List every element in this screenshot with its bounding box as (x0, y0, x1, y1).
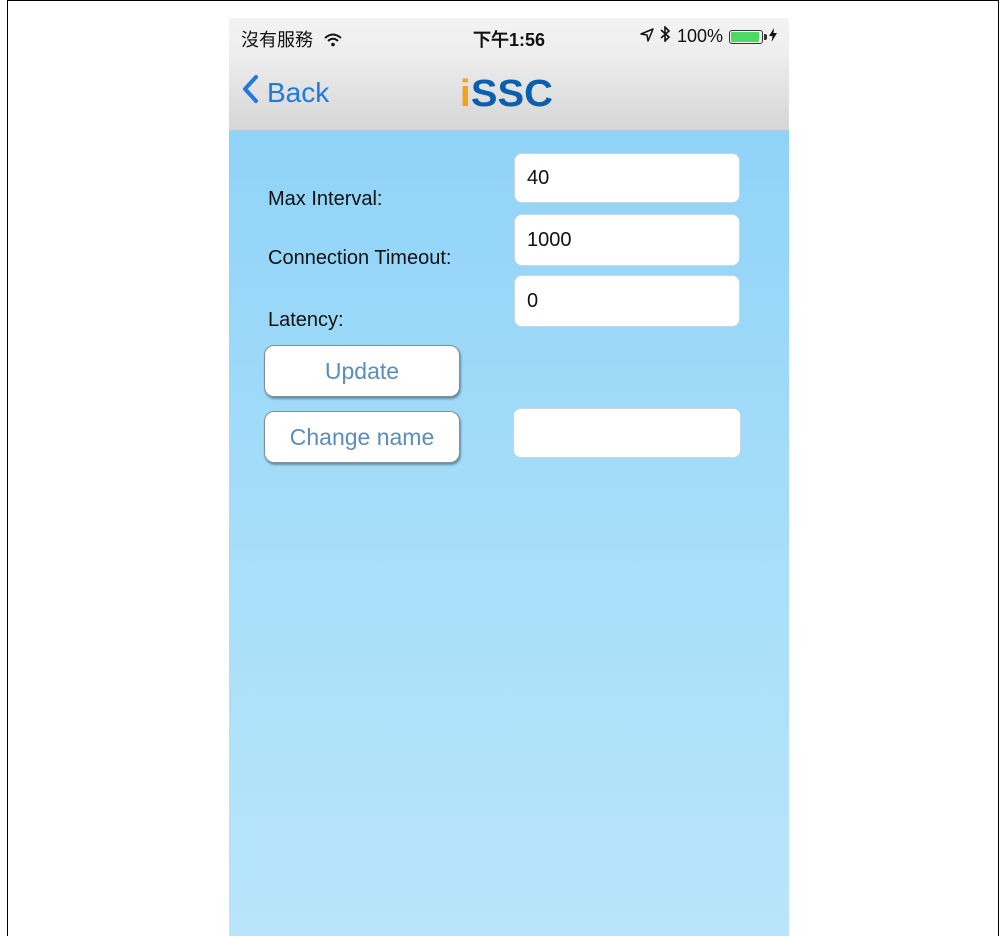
max-interval-label: Max Interval: (268, 188, 383, 210)
bluetooth-icon (660, 25, 671, 47)
frame-border-top (7, 0, 999, 1)
update-button[interactable]: Update (264, 345, 460, 397)
battery-icon (729, 29, 767, 44)
logo-letter-i: i (459, 73, 471, 115)
battery-percent: 100% (676, 26, 723, 46)
connection-timeout-label: Connection Timeout: (268, 247, 452, 269)
chevron-left-icon (241, 74, 259, 111)
latency-label: Latency: (268, 309, 344, 331)
frame-border-left (7, 0, 8, 936)
connection-timeout-field[interactable]: 1000 (514, 214, 740, 266)
back-label: Back (267, 76, 330, 108)
back-button[interactable]: Back (241, 74, 329, 111)
bolt-icon (769, 26, 777, 47)
status-time: 下午1:56 (473, 30, 546, 50)
logo-letters: SSC (470, 73, 553, 115)
battery-fill (731, 31, 759, 42)
latency-value: 0 (527, 289, 539, 312)
wifi-icon (318, 30, 342, 50)
location-arrow-icon (640, 26, 654, 47)
navigation-bar: Back iSSC (229, 58, 789, 131)
status-left: 沒有服務 (241, 26, 342, 52)
status-right: 100% (640, 25, 777, 47)
latency-field[interactable]: 0 (514, 275, 740, 327)
content-area: Max Interval: 40 Connection Timeout: 100… (229, 131, 789, 936)
change-name-button[interactable]: Change name (264, 411, 460, 463)
max-interval-value: 40 (527, 166, 550, 189)
carrier-label: 沒有服務 (241, 30, 313, 50)
issc-logo: iSSC (460, 73, 553, 116)
name-input[interactable] (513, 408, 741, 458)
phone-screen: 沒有服務 下午1:56 100% Back iSSC Max Interval:… (229, 18, 789, 936)
connection-timeout-value: 1000 (527, 228, 572, 251)
status-bar: 沒有服務 下午1:56 100% (229, 18, 789, 58)
battery-nub (764, 33, 767, 40)
max-interval-field[interactable]: 40 (514, 153, 740, 203)
frame-border-right (998, 0, 999, 936)
